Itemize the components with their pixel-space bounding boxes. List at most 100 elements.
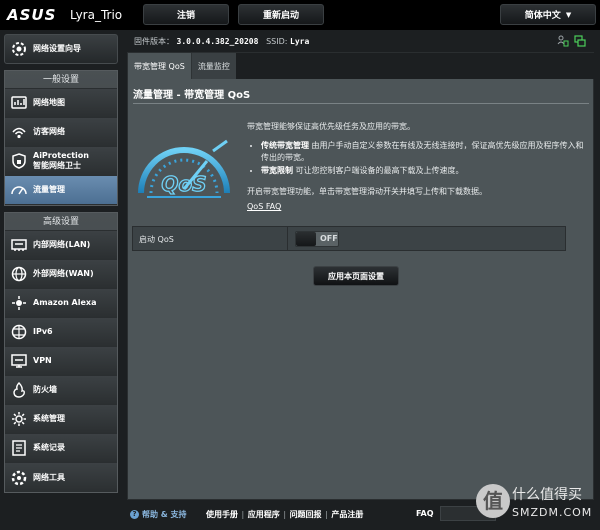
watermark-logo: 值 — [476, 484, 510, 518]
enable-qos-toggle[interactable]: OFF — [295, 231, 339, 247]
apply-button[interactable]: 应用本页面设置 — [313, 266, 399, 286]
firmware-label: 固件版本： — [134, 37, 174, 46]
sidebar-item-label: 外部网络(WAN) — [33, 269, 94, 278]
firewall-icon — [13, 382, 25, 398]
sidebar-item-ipv6[interactable]: IPv6 — [5, 318, 117, 347]
sidebar-item-lan[interactable]: 内部网络(LAN) — [5, 231, 117, 260]
firmware-value[interactable]: 3.0.0.4.382_20208 — [177, 37, 259, 46]
vpn-icon — [11, 354, 27, 368]
sidebar-item-administration[interactable]: 系统管理 — [5, 405, 117, 434]
sidebar-item-label: IPv6 — [33, 327, 53, 336]
help-icon: ? — [130, 510, 139, 519]
gauge-label: QoS — [161, 172, 206, 196]
enable-qos-row: 启动 QoS OFF — [132, 226, 566, 251]
user-status-icon[interactable] — [557, 35, 569, 47]
general-settings-section: 一般设置 网络地图 访客网络 AiProtection 智能网络卫士 流量管理 — [4, 70, 118, 206]
wan-icon — [11, 266, 27, 282]
sidebar-item-label: 系统管理 — [33, 414, 65, 423]
sidebar-item-amazon-alexa[interactable]: Amazon Alexa — [5, 289, 117, 318]
firmware-info: 固件版本： 3.0.0.4.382_20208 SSID: Lyra — [134, 36, 309, 47]
reboot-button[interactable]: 重新启动 — [238, 4, 324, 25]
toggle-knob — [296, 232, 316, 246]
help-support[interactable]: ? 帮助 & 支持 — [130, 509, 187, 520]
sidebar: 网络设置向导 一般设置 网络地图 访客网络 AiProtection 智能网络卫… — [0, 30, 122, 500]
sidebar-item-guest-network[interactable]: 访客网络 — [5, 118, 117, 147]
model-name: Lyra_Trio — [70, 8, 123, 22]
sidebar-item-network-map[interactable]: 网络地图 — [5, 89, 117, 118]
top-bar: ASUS Lyra_Trio 注销 重新启动 简体中文 ▼ — [0, 0, 600, 30]
sidebar-item-label: 系统记录 — [33, 443, 65, 452]
ssid-label: SSID: — [266, 37, 288, 46]
enable-qos-label: 启动 QoS — [139, 235, 174, 244]
system-log-icon — [12, 440, 26, 456]
alexa-icon — [12, 296, 26, 310]
faq-label: FAQ — [416, 509, 434, 518]
administration-icon — [12, 412, 26, 426]
advanced-settings-title: 高级设置 — [5, 213, 117, 231]
tab-bar: 带宽管理 QoS 流量监控 — [128, 53, 236, 79]
sidebar-item-label: 网络地图 — [33, 98, 65, 107]
feedback-link[interactable]: 问题回报 — [290, 510, 322, 519]
sidebar-item-label: 网络工具 — [33, 472, 65, 482]
sidebar-item-label: Amazon Alexa — [33, 298, 97, 307]
logout-button[interactable]: 注销 — [143, 4, 229, 25]
list-item: 传统带宽管理 由用户手动自定义参数在有线及无线连接时，保证高优先级应用及程序传入… — [261, 140, 587, 164]
language-value: 简体中文 — [524, 11, 561, 21]
list-item: 带宽限制 可让您控制客户端设备的最高下载及上传速度。 — [261, 165, 587, 177]
sidebar-item-label: 内部网络(LAN) — [33, 240, 91, 249]
sidebar-item-system-log[interactable]: 系统记录 — [5, 434, 117, 463]
language-select[interactable]: 简体中文 ▼ — [500, 4, 596, 25]
sidebar-item-wan[interactable]: 外部网络(WAN) — [5, 260, 117, 289]
watermark-domain: SMZDM.COM — [512, 506, 593, 519]
sidebar-item-label: 访客网络 — [33, 127, 65, 136]
manual-link[interactable]: 使用手册 — [206, 510, 238, 519]
help-label: 帮助 & 支持 — [142, 510, 187, 519]
network-tools-icon — [11, 470, 27, 485]
ipv6-icon — [11, 324, 27, 340]
toggle-state: OFF — [320, 234, 338, 243]
register-link[interactable]: 产品注册 — [331, 510, 363, 519]
lan-icon — [11, 239, 27, 251]
advanced-settings-section: 高级设置 内部网络(LAN) 外部网络(WAN) Amazon Alexa IP… — [4, 212, 118, 493]
qos-gauge-icon: QoS — [138, 139, 230, 198]
sidebar-item-vpn[interactable]: VPN — [5, 347, 117, 376]
footer-links: 使用手册 | 应用程序 | 问题回报 | 产品注册 — [206, 510, 364, 519]
traffic-manager-icon — [11, 186, 27, 195]
sidebar-item-sublabel: 智能网络卫士 — [33, 161, 81, 170]
sidebar-item-label: VPN — [33, 356, 52, 365]
tab-qos[interactable]: 带宽管理 QoS — [128, 53, 192, 79]
qos-faq-link[interactable]: QoS FAQ — [247, 202, 281, 211]
network-setup-wizard-button[interactable]: 网络设置向导 — [4, 34, 118, 64]
row-separator — [287, 227, 288, 250]
general-settings-title: 一般设置 — [5, 71, 117, 89]
feature-list: 传统带宽管理 由用户手动自定义参数在有线及无线连接时，保证高优先级应用及程序传入… — [261, 140, 587, 177]
title-divider — [133, 103, 589, 104]
ssid-value: Lyra — [290, 37, 310, 46]
intro-text: 带宽管理能够保证高优先级任务及应用的带宽。 — [247, 122, 415, 131]
sidebar-item-firewall[interactable]: 防火墙 — [5, 376, 117, 405]
sidebar-item-aiprotection[interactable]: AiProtection 智能网络卫士 — [5, 147, 117, 176]
qos-description: 带宽管理能够保证高优先级任务及应用的带宽。 传统带宽管理 由用户手动自定义参数在… — [247, 121, 587, 198]
wizard-icon — [12, 42, 26, 56]
watermark: 值 什么值得买 SMZDM.COM — [474, 480, 598, 526]
main-panel: 带宽管理 QoS 流量监控 流量管理 - 带宽管理 QoS QoS 带宽管理能够… — [127, 52, 595, 500]
connection-status-icon[interactable] — [574, 35, 586, 47]
sidebar-item-label: AiProtection — [33, 151, 89, 160]
network-map-icon — [11, 96, 27, 109]
wizard-label: 网络设置向导 — [33, 44, 81, 53]
status-row: 固件版本： 3.0.0.4.382_20208 SSID: Lyra — [127, 30, 600, 52]
tab-traffic-monitor[interactable]: 流量监控 — [191, 53, 236, 79]
sidebar-item-traffic-manager[interactable]: 流量管理 — [5, 176, 117, 205]
sidebar-item-label: 流量管理 — [33, 185, 65, 194]
page-title: 流量管理 - 带宽管理 QoS — [133, 90, 251, 101]
asus-logo[interactable]: ASUS — [7, 6, 56, 24]
sidebar-item-network-tools[interactable]: 网络工具 — [5, 463, 117, 492]
instruction-text: 开启带宽管理功能，单击带宽管理滑动开关并填写上传和下载数据。 — [247, 187, 487, 196]
utility-link[interactable]: 应用程序 — [248, 510, 280, 519]
watermark-text: 什么值得买 — [512, 487, 582, 503]
tab-bar-background — [234, 53, 595, 79]
chevron-down-icon: ▼ — [565, 10, 572, 19]
aiprotection-icon — [12, 153, 26, 169]
guest-network-icon — [12, 127, 26, 139]
sidebar-item-label: 防火墙 — [33, 385, 57, 394]
